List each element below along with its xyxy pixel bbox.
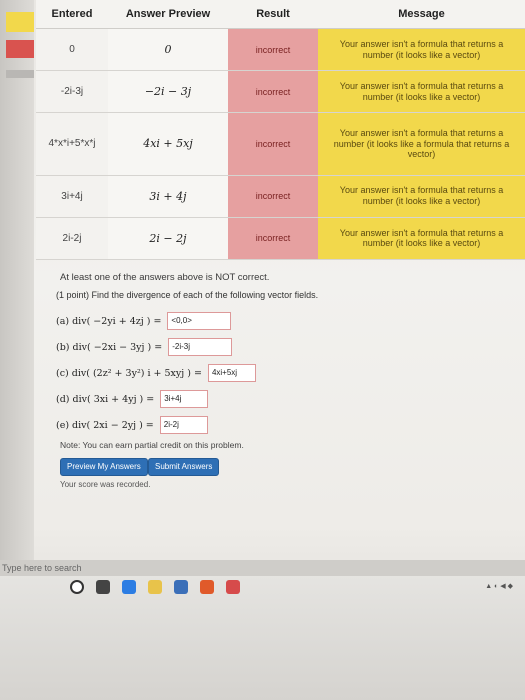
edge-icon[interactable]: [122, 580, 136, 594]
part-label: (a) div( −2yi + 4zj ) =: [56, 315, 162, 327]
message-cell: Your answer isn't a formula that returns…: [318, 217, 525, 261]
entered-cell: 4*x*i+5*x*j: [36, 112, 108, 176]
header-entered: Entered: [36, 0, 108, 29]
problem-block: (1 point) Find the divergence of each of…: [56, 290, 356, 438]
result-cell: incorrect: [228, 112, 318, 176]
preview-cell: 3i + 4j: [108, 175, 228, 218]
message-cell: Your answer isn't a formula that returns…: [318, 28, 525, 72]
store-icon[interactable]: [174, 580, 188, 594]
message-cell: Your answer isn't a formula that returns…: [318, 175, 525, 218]
submit-answers-button[interactable]: Submit Answers: [148, 458, 220, 476]
preview-answers-button[interactable]: Preview My Answers: [60, 458, 148, 476]
message-cell: Your answer isn't a formula that returns…: [318, 70, 525, 114]
answer-input-c[interactable]: 4xi+5xj: [207, 364, 256, 382]
entered-cell: -2i-3j: [36, 70, 108, 114]
table-row: 3i+4j 3i + 4j incorrect Your answer isn'…: [36, 175, 525, 218]
yellow-marker: [6, 12, 34, 32]
part-a: (a) div( −2yi + 4zj ) = <0,0>: [56, 308, 356, 334]
taskbar-icons: [70, 580, 240, 594]
message-cell: Your answer isn't a formula that returns…: [318, 112, 525, 176]
entered-cell: 0: [36, 28, 108, 72]
result-cell: incorrect: [228, 217, 318, 261]
table-row: 4*x*i+5*x*j 4xi + 5xj incorrect Your ans…: [36, 112, 525, 176]
preview-cell: 2i − 2j: [108, 217, 228, 261]
answer-input-e[interactable]: 2i-2j: [159, 416, 208, 434]
part-label: (e) div( 2xi − 2yj ) =: [56, 419, 154, 431]
score-recorded-text: Your score was recorded.: [60, 480, 151, 489]
red-marker: [6, 40, 34, 58]
partial-credit-note: Note: You can earn partial credit on thi…: [60, 440, 244, 450]
system-tray[interactable]: ▲ ◐ ◀ ◆: [485, 582, 513, 590]
part-b: (b) div( −2xi − 3yj ) = -2i-3j: [56, 334, 356, 360]
tray-icons: ▲ ◐ ◀ ◆: [485, 583, 513, 590]
part-c: (c) div( (2z² + 3y²) i + 5xyj ) = 4xi+5x…: [56, 360, 356, 386]
task-view-icon[interactable]: [96, 580, 110, 594]
results-table: Entered Answer Preview Result Message 0 …: [36, 0, 525, 261]
preview-cell: 4xi + 5xj: [108, 112, 228, 176]
incorrect-alert: At least one of the answers above is NOT…: [60, 272, 270, 283]
entered-cell: 3i+4j: [36, 175, 108, 218]
part-label: (b) div( −2xi − 3yj ) =: [56, 341, 163, 353]
header-preview: Answer Preview: [108, 0, 228, 29]
answer-input-d[interactable]: 3i+4j: [160, 390, 209, 408]
table-row: 2i-2j 2i − 2j incorrect Your answer isn'…: [36, 217, 525, 261]
preview-cell: 0: [108, 28, 228, 72]
taskbar-search[interactable]: Type here to search: [0, 560, 525, 576]
results-header-row: Entered Answer Preview Result Message: [36, 0, 525, 29]
result-cell: incorrect: [228, 175, 318, 218]
page-margin: [0, 0, 34, 560]
cortana-icon[interactable]: [70, 580, 84, 594]
gray-marker: [6, 70, 34, 78]
result-cell: incorrect: [228, 28, 318, 72]
app-icon[interactable]: [200, 580, 214, 594]
taskbar: Type here to search ▲ ◐ ◀ ◆: [0, 560, 525, 700]
table-row: 0 0 incorrect Your answer isn't a formul…: [36, 28, 525, 72]
header-message: Message: [318, 0, 525, 29]
file-explorer-icon[interactable]: [148, 580, 162, 594]
entered-cell: 2i-2j: [36, 217, 108, 261]
part-label: (d) div( 3xi + 4yj ) =: [56, 393, 155, 405]
answer-input-b[interactable]: -2i-3j: [168, 338, 233, 356]
part-label: (c) div( (2z² + 3y²) i + 5xyj ) =: [56, 367, 202, 379]
screenshot-photo: Entered Answer Preview Result Message 0 …: [0, 0, 525, 700]
preview-cell: −2i − 3j: [108, 70, 228, 114]
part-d: (d) div( 3xi + 4yj ) = 3i+4j: [56, 386, 356, 412]
app-icon[interactable]: [226, 580, 240, 594]
header-result: Result: [228, 0, 318, 29]
problem-intro: (1 point) Find the divergence of each of…: [56, 290, 319, 300]
table-row: -2i-3j −2i − 3j incorrect Your answer is…: [36, 70, 525, 114]
result-cell: incorrect: [228, 70, 318, 114]
answer-input-a[interactable]: <0,0>: [167, 312, 232, 330]
part-e: (e) div( 2xi − 2yj ) = 2i-2j: [56, 412, 356, 438]
